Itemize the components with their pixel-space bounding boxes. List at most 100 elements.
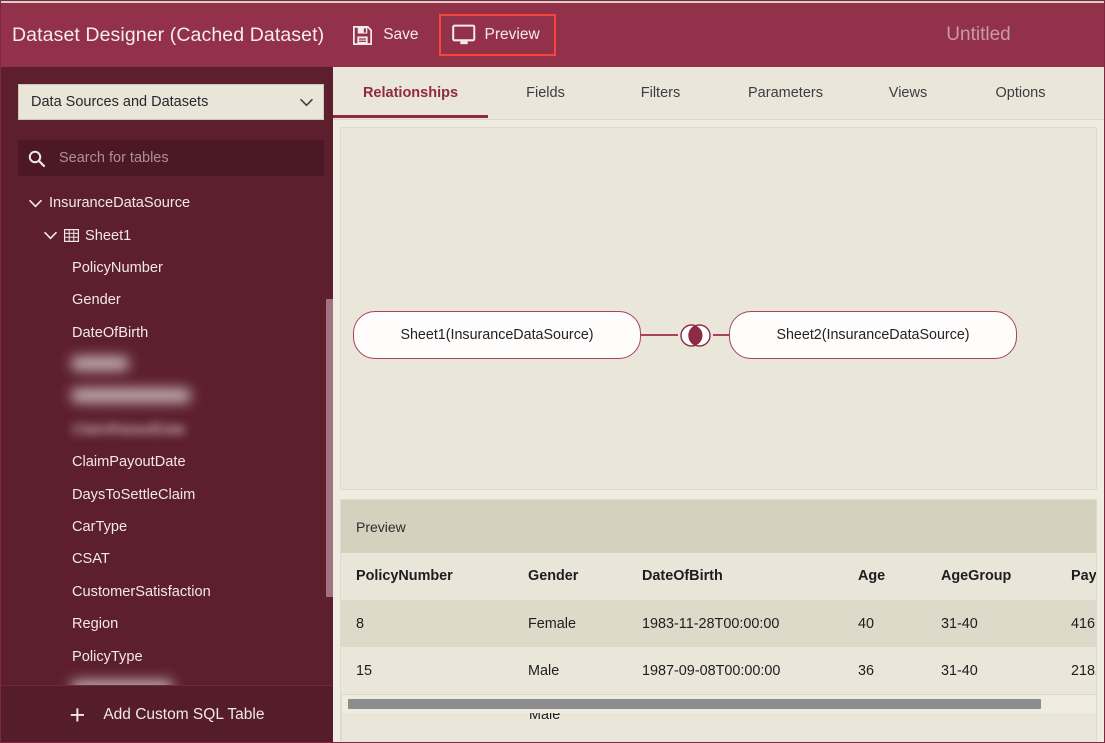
chevron-down-icon[interactable]	[44, 231, 60, 240]
tree-item-customersatisfaction[interactable]: CustomerSatisfaction	[1, 576, 333, 608]
tree-item-label: DateOfBirth	[72, 325, 148, 341]
data-source-selector-value: Data Sources and Datasets	[31, 94, 300, 110]
tab-parameters[interactable]: Parameters	[718, 67, 853, 118]
clipped-cell-gender: Male	[529, 713, 560, 723]
column-header-gender[interactable]: Gender	[513, 553, 627, 600]
tree-item-claimpayoutdate[interactable]: ClaimPayoutDate	[1, 446, 333, 478]
redacted-bar	[72, 389, 190, 402]
tab-label: Parameters	[748, 85, 823, 101]
add-custom-sql-table-label: Add Custom SQL Table	[103, 706, 264, 724]
tree-item-label: CustomerSatisfaction	[72, 584, 211, 600]
preview-panel-title: Preview	[341, 500, 1096, 553]
column-header-dateofbirth[interactable]: DateOfBirth	[627, 553, 843, 600]
chevron-down-icon	[300, 98, 313, 107]
add-custom-sql-table-button[interactable]: + Add Custom SQL Table	[1, 685, 333, 743]
tree-item-label: ClaimPayoutDate	[72, 454, 186, 470]
search-tables-box[interactable]	[18, 140, 324, 176]
tree-item-label: PolicyType	[72, 649, 143, 665]
join-connector-right	[713, 334, 729, 336]
relationship-node-left[interactable]: Sheet1(InsuranceDataSource)	[353, 311, 641, 359]
app-header: Dataset Designer (Cached Dataset) Save	[1, 1, 1105, 67]
tab-options[interactable]: Options	[963, 67, 1078, 118]
cell-policynumber: 8	[341, 600, 513, 647]
cell-gender: Male	[513, 647, 627, 694]
tree-item-csat[interactable]: CSAT	[1, 543, 333, 575]
tab-label: Views	[889, 85, 927, 101]
tree-item-redacted[interactable]	[1, 349, 333, 381]
sidebar-scrollbar-thumb[interactable]	[326, 299, 333, 597]
tree-item-sheet1[interactable]: Sheet1	[1, 219, 333, 251]
tree-item-label	[72, 389, 190, 406]
tab-label: Options	[996, 85, 1046, 101]
search-input[interactable]	[57, 149, 314, 167]
cell-dateofbirth: 1987-09-08T00:00:00	[627, 647, 843, 694]
relationships-canvas[interactable]: Sheet1(InsuranceDataSource) Sheet2(Insur…	[340, 127, 1097, 490]
table-row[interactable]: 15Male1987-09-08T00:00:003631-402182	[341, 647, 1097, 694]
cell-dateofbirth: 1983-11-28T00:00:00	[627, 600, 843, 647]
relationship-node-right[interactable]: Sheet2(InsuranceDataSource)	[729, 311, 1017, 359]
cell-age: 40	[843, 600, 926, 647]
cell-policynumber: 15	[341, 647, 513, 694]
chevron-down-icon[interactable]	[29, 199, 45, 208]
column-header-agegroup[interactable]: AgeGroup	[926, 553, 1056, 600]
tree-item-policytype[interactable]: PolicyType	[1, 640, 333, 672]
save-button-label: Save	[383, 26, 418, 44]
tab-bar: Relationships Fields Filters Parameters View…	[333, 67, 1104, 120]
tree-item-label	[72, 357, 128, 374]
tree-item-label: Gender	[72, 292, 121, 308]
tree-item-label: Region	[72, 616, 118, 632]
tab-filters[interactable]: Filters	[603, 67, 718, 118]
cell-payout: 416	[1056, 600, 1097, 647]
tree-item-dateofbirth[interactable]: DateOfBirth	[1, 317, 333, 349]
tab-label: Fields	[526, 85, 565, 101]
tree-item-cartype[interactable]: CarType	[1, 511, 333, 543]
data-source-tree: InsuranceDataSource Sheet1 PolicyNumber Gen…	[1, 187, 333, 737]
column-header-policynumber[interactable]: PolicyNumber	[341, 553, 513, 600]
cell-gender: Female	[513, 600, 627, 647]
column-header-payout[interactable]: Payout	[1056, 553, 1097, 600]
cell-payout: 2182	[1056, 647, 1097, 694]
preview-button-label: Preview	[485, 26, 540, 44]
data-source-selector[interactable]: Data Sources and Datasets	[18, 84, 324, 120]
save-button[interactable]: Save	[342, 17, 427, 54]
main-panel: Relationships Fields Filters Parameters View…	[333, 67, 1104, 743]
tree-item-label: PolicyNumber	[72, 260, 163, 276]
preview-horizontal-scrollbar[interactable]	[342, 695, 1097, 713]
tab-fields[interactable]: Fields	[488, 67, 603, 118]
tab-views[interactable]: Views	[853, 67, 963, 118]
tree-item-redacted[interactable]	[1, 381, 333, 413]
dataset-designer-window: Dataset Designer (Cached Dataset) Save	[0, 0, 1105, 743]
table-grid-icon	[64, 229, 85, 242]
cell-agegroup: 31-40	[926, 647, 1056, 694]
redacted-bar	[72, 357, 128, 370]
tab-label: Filters	[641, 85, 680, 101]
tab-label: Relationships	[363, 85, 458, 101]
monitor-icon	[452, 24, 476, 46]
tree-item-insurancedatasource[interactable]: InsuranceDataSource	[1, 187, 333, 219]
tree-item-daystosettleclaim[interactable]: DaysToSettleClaim	[1, 479, 333, 511]
tree-item-label: DaysToSettleClaim	[72, 487, 195, 503]
tree-item-label: CarType	[72, 519, 127, 535]
sidebar: Data Sources and Datasets InsuranceDataS…	[1, 67, 333, 743]
cell-age: 36	[843, 647, 926, 694]
cell-agegroup: 31-40	[926, 600, 1056, 647]
tree-item-label: Sheet1	[85, 228, 131, 244]
preview-horizontal-scrollbar-thumb[interactable]	[348, 699, 1041, 709]
floppy-disk-icon	[351, 24, 374, 47]
tree-item-region[interactable]: Region	[1, 608, 333, 640]
column-header-age[interactable]: Age	[843, 553, 926, 600]
plus-icon: +	[70, 702, 86, 729]
tree-item-policynumber[interactable]: PolicyNumber	[1, 252, 333, 284]
tree-item-label: ClaimRaisedDate	[72, 422, 186, 438]
tree-item-claimraiseddate[interactable]: ClaimRaisedDate	[1, 414, 333, 446]
table-row[interactable]: 8Female1983-11-28T00:00:004031-40416	[341, 600, 1097, 647]
page-title: Dataset Designer (Cached Dataset)	[12, 24, 324, 47]
tree-item-gender[interactable]: Gender	[1, 284, 333, 316]
search-icon	[28, 150, 45, 167]
document-name[interactable]: Untitled	[851, 24, 1105, 46]
preview-button[interactable]: Preview	[439, 14, 556, 56]
inner-join-venn-icon[interactable]	[678, 318, 713, 353]
tab-relationships[interactable]: Relationships	[333, 67, 488, 118]
tree-item-label: InsuranceDataSource	[49, 195, 190, 211]
preview-table-clipped-row: Male	[342, 713, 1097, 742]
